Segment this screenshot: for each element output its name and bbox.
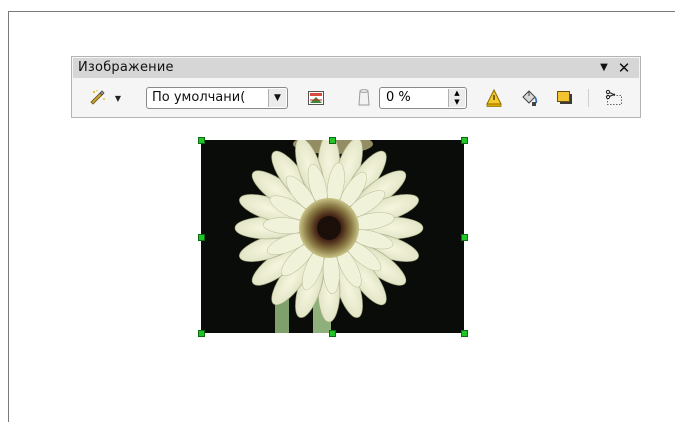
transparency-decrease-button[interactable]: ▼ xyxy=(449,98,465,107)
graphics-mode-select[interactable]: По умолчани( ▼ xyxy=(146,87,288,109)
transparency-icon xyxy=(358,89,370,106)
flip-icon xyxy=(486,88,502,107)
color-button[interactable] xyxy=(305,87,327,109)
filter-icon xyxy=(90,89,105,105)
crop-icon xyxy=(605,89,622,105)
resize-handle-right[interactable] xyxy=(461,234,468,241)
resize-handle-bottom-right[interactable] xyxy=(461,330,468,337)
shadow-icon xyxy=(557,91,572,104)
page-left-border xyxy=(8,11,9,422)
resize-handle-bottom[interactable] xyxy=(329,330,336,337)
transparency-increase-button[interactable]: ▲ xyxy=(449,89,465,98)
resize-handle-top-right[interactable] xyxy=(461,137,468,144)
filter-button[interactable] xyxy=(87,87,109,109)
resize-handle-left[interactable] xyxy=(198,234,205,241)
area-button[interactable] xyxy=(518,87,540,109)
toolbar-titlebar[interactable]: Изображение ▼ ✕ xyxy=(73,58,639,78)
transparency-input[interactable]: 0 % ▲ ▼ xyxy=(379,87,467,109)
flower-image[interactable] xyxy=(201,140,464,333)
transparency-value: 0 % xyxy=(386,90,411,105)
toolbar-menu-button[interactable]: ▼ xyxy=(595,59,613,77)
resize-handle-top[interactable] xyxy=(329,137,336,144)
toolbar-title: Изображение xyxy=(78,60,174,75)
toolbar-close-button[interactable]: ✕ xyxy=(615,59,633,77)
graphics-mode-dropdown-button[interactable]: ▼ xyxy=(268,89,286,107)
transparency-label xyxy=(354,87,374,109)
resize-handle-bottom-left[interactable] xyxy=(198,330,205,337)
graphics-mode-value: По умолчани( xyxy=(152,90,246,105)
flip-button[interactable] xyxy=(483,87,505,109)
transparency-stepper: ▲ ▼ xyxy=(448,89,465,107)
page-top-border xyxy=(8,11,675,12)
filter-dropdown-button[interactable]: ▼ xyxy=(112,87,124,109)
area-icon xyxy=(522,90,538,106)
image-toolbar[interactable]: Изображение ▼ ✕ ▼ По умолчани( ▼ 0 % ▲ ▼ xyxy=(71,56,641,118)
color-icon xyxy=(308,91,324,105)
resize-handle-top-left[interactable] xyxy=(198,137,205,144)
shadow-button[interactable] xyxy=(554,87,576,109)
crop-button[interactable] xyxy=(601,87,627,109)
chevron-down-icon: ▼ xyxy=(114,93,122,103)
toolbar-separator xyxy=(588,89,589,107)
gerbera-flower-picture xyxy=(201,140,464,333)
toolbar-row: ▼ По умолчани( ▼ 0 % ▲ ▼ xyxy=(73,79,639,117)
